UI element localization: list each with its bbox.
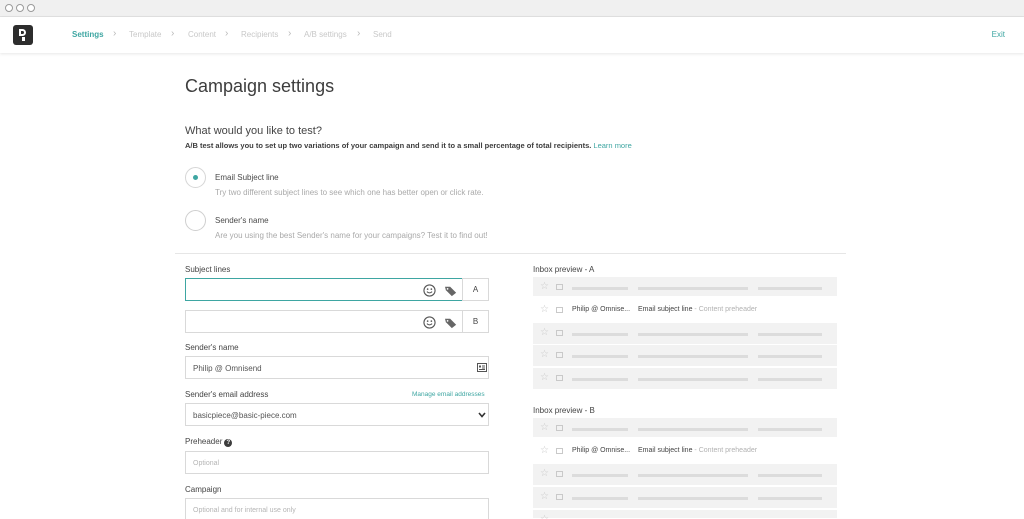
chevron-right-icon: › — [357, 28, 361, 39]
subject-line-a-input[interactable] — [185, 278, 463, 301]
preheader-input[interactable]: Optional — [185, 451, 489, 474]
window-minimize-dot[interactable] — [16, 4, 24, 12]
subject-lines-label: Subject lines — [185, 265, 231, 274]
star-icon: ☆ — [540, 468, 549, 479]
campaign-input[interactable]: Optional and for internal use only — [185, 498, 489, 519]
star-icon: ☆ — [540, 445, 549, 456]
contact-card-icon[interactable] — [477, 363, 487, 372]
section-divider — [175, 253, 846, 254]
checkbox-icon — [556, 375, 563, 381]
option-title: Sender's name — [215, 216, 269, 225]
chevron-right-icon: › — [288, 28, 292, 39]
preheader-label-text: Preheader — [185, 437, 223, 446]
emoji-icon[interactable] — [423, 284, 436, 297]
star-icon: ☆ — [540, 491, 549, 502]
radio-email-subject-line[interactable] — [185, 167, 206, 188]
checkbox-icon — [556, 471, 563, 477]
ab-description: A/B test allows you to set up two variat… — [185, 141, 632, 150]
inbox-preview-row: ☆ Philip @ Omnise... Email subject line … — [533, 296, 837, 326]
ab-description-text: A/B test allows you to set up two variat… — [185, 141, 592, 150]
star-icon: ☆ — [540, 281, 549, 292]
star-icon: ☆ — [540, 372, 549, 383]
preheader-placeholder: Optional — [193, 460, 220, 467]
preview-subject: Email subject line - Content preheader — [638, 447, 758, 454]
sender-email-value: basicpiece@basic-piece.com — [193, 411, 297, 420]
preview-from: Philip @ Omnise... — [572, 447, 631, 454]
option-subtitle: Are you using the best Sender's name for… — [215, 231, 488, 240]
variant-b-label: B — [462, 310, 489, 333]
chevron-right-icon: › — [113, 28, 117, 39]
inbox-placeholder-row: ☆ — [533, 323, 837, 345]
sender-email-label: Sender's email address — [185, 390, 269, 399]
step-send[interactable]: Send — [373, 30, 392, 39]
step-ab-settings[interactable]: A/B settings — [304, 30, 347, 39]
checkbox-icon — [556, 448, 563, 454]
checkbox-icon — [556, 307, 563, 313]
step-content[interactable]: Content — [188, 30, 216, 39]
star-icon: ☆ — [540, 304, 549, 315]
test-question: What would you like to test? — [185, 125, 322, 137]
variant-a-label: A — [462, 278, 489, 301]
chevron-right-icon: › — [171, 28, 175, 39]
omnisend-logo-icon[interactable] — [13, 25, 33, 45]
browser-chrome — [0, 0, 1024, 17]
sender-name-input[interactable]: Philip @ Omnisend — [185, 356, 489, 379]
checkbox-icon — [556, 425, 563, 431]
inbox-placeholder-row: ☆ — [533, 368, 837, 390]
step-template[interactable]: Template — [129, 30, 161, 39]
tag-icon[interactable] — [444, 285, 458, 297]
star-icon: ☆ — [540, 349, 549, 360]
sender-name-value: Philip @ Omnisend — [193, 364, 262, 373]
checkbox-icon — [556, 330, 563, 336]
help-icon[interactable]: ? — [224, 439, 233, 447]
preview-from: Philip @ Omnise... — [572, 306, 631, 313]
window-maximize-dot[interactable] — [27, 4, 35, 12]
option-subtitle: Try two different subject lines to see w… — [215, 188, 484, 197]
star-icon: ☆ — [540, 422, 549, 433]
star-icon: ☆ — [540, 327, 549, 338]
option-title: Email Subject line — [215, 173, 279, 182]
step-settings[interactable]: Settings — [72, 30, 104, 39]
preheader-label: Preheader? — [185, 437, 233, 447]
step-recipients[interactable]: Recipients — [241, 30, 278, 39]
checkbox-icon — [556, 494, 563, 500]
inbox-placeholder-row: ☆ — [533, 510, 837, 519]
subject-line-b-input[interactable] — [185, 310, 463, 333]
inbox-preview-row: ☆ Philip @ Omnise... Email subject line … — [533, 437, 837, 467]
sender-email-select[interactable]: basicpiece@basic-piece.com — [185, 403, 489, 426]
chevron-down-icon — [478, 412, 486, 418]
inbox-preview-b-label: Inbox preview - B — [533, 406, 595, 415]
preview-subject: Email subject line - Content preheader — [638, 306, 758, 313]
chevron-right-icon: › — [225, 28, 229, 39]
inbox-placeholder-row: ☆ — [533, 487, 837, 509]
emoji-icon[interactable] — [423, 316, 436, 329]
tag-icon[interactable] — [444, 317, 458, 329]
radio-senders-name[interactable] — [185, 210, 206, 231]
inbox-placeholder-row: ☆ — [533, 464, 837, 486]
checkbox-icon — [556, 352, 563, 358]
inbox-preview-a-label: Inbox preview - A — [533, 265, 595, 274]
checkbox-icon — [556, 284, 563, 290]
top-navigation: Settings › Template › Content › Recipien… — [0, 17, 1024, 53]
campaign-label: Campaign — [185, 485, 222, 494]
window-close-dot[interactable] — [5, 4, 13, 12]
exit-link[interactable]: Exit — [992, 30, 1005, 39]
inbox-placeholder-row: ☆ — [533, 345, 837, 367]
page-title: Campaign settings — [185, 76, 335, 96]
learn-more-link[interactable]: Learn more — [593, 141, 631, 150]
star-icon: ☆ — [540, 515, 549, 519]
manage-email-addresses-link[interactable]: Manage email addresses — [412, 391, 485, 398]
sender-name-label: Sender's name — [185, 343, 239, 352]
campaign-placeholder: Optional and for internal use only — [193, 507, 296, 514]
